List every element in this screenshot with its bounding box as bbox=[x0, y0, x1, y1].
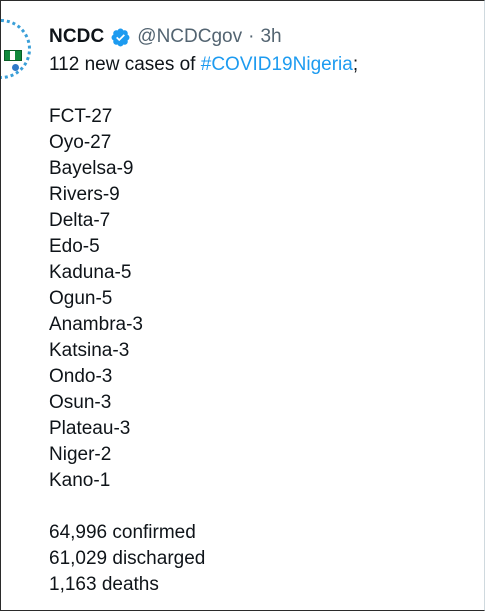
tweet-header: NCDC @NCDCgov · 3h bbox=[49, 24, 282, 50]
tweet-card: NCDC @NCDCgov · 3h 112 new cases of #COV… bbox=[0, 0, 485, 611]
case-line: Ondo-3 bbox=[49, 366, 113, 387]
case-line: Plateau-3 bbox=[49, 418, 131, 439]
author-name[interactable]: NCDC bbox=[49, 26, 104, 48]
total-deaths: 1,163 deaths bbox=[49, 574, 159, 595]
intro-line: 112 new cases of #COVID19Nigeria; bbox=[49, 52, 469, 78]
case-line: Ogun-5 bbox=[49, 288, 113, 309]
total-discharged: 61,029 discharged bbox=[49, 548, 206, 569]
case-line: Rivers-9 bbox=[49, 184, 120, 205]
flag-icon bbox=[4, 50, 22, 61]
author-handle[interactable]: @NCDCgov bbox=[137, 26, 242, 48]
intro-suffix: ; bbox=[352, 54, 359, 75]
tweet-timestamp[interactable]: 3h bbox=[260, 26, 281, 48]
case-line: Kaduna-5 bbox=[49, 262, 132, 283]
intro-text: 112 new cases of bbox=[49, 54, 201, 75]
case-line: Edo-5 bbox=[49, 236, 100, 257]
case-line: Osun-3 bbox=[49, 392, 112, 413]
hashtag-link[interactable]: #COVID19Nigeria bbox=[201, 54, 353, 75]
case-line: Bayelsa-9 bbox=[49, 158, 134, 179]
case-line: Oyo-27 bbox=[49, 132, 112, 153]
separator-dot: · bbox=[248, 26, 255, 47]
case-line: Anambra-3 bbox=[49, 314, 143, 335]
case-line: Delta-7 bbox=[49, 210, 111, 231]
avatar-dot bbox=[12, 64, 19, 71]
case-line: FCT-27 bbox=[49, 106, 113, 127]
case-line: Niger-2 bbox=[49, 444, 112, 465]
case-line: Kano-1 bbox=[49, 470, 111, 491]
avatar[interactable] bbox=[1, 19, 31, 79]
case-line: Katsina-3 bbox=[49, 340, 130, 361]
total-confirmed: 64,996 confirmed bbox=[49, 522, 196, 543]
verified-badge-icon bbox=[111, 28, 130, 46]
tweet-text: 112 new cases of #COVID19Nigeria; FCT-27… bbox=[49, 52, 469, 598]
